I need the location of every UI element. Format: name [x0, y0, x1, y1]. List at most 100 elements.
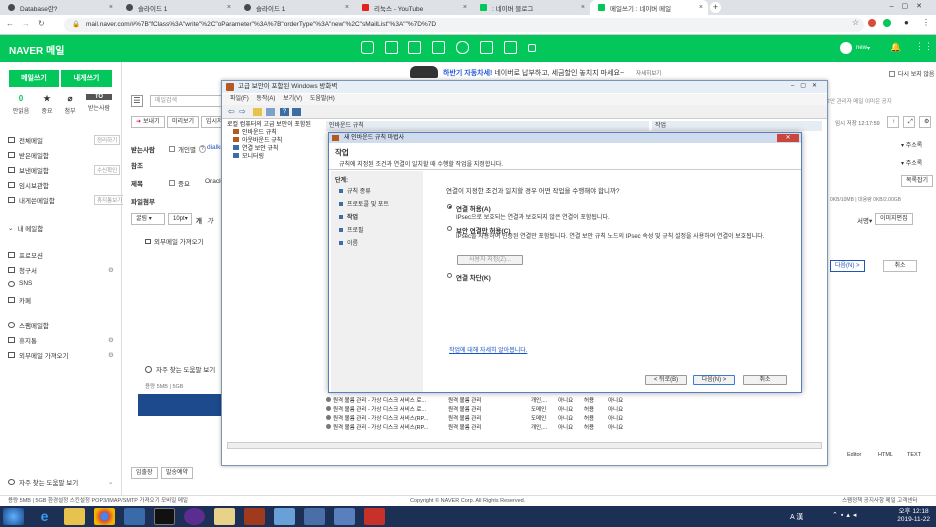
ie-icon[interactable]: e [34, 508, 55, 525]
quick-attach[interactable]: ⌀ 첨부 [59, 94, 81, 115]
menu-action[interactable]: 동작(A) [256, 96, 275, 102]
quick-important[interactable]: ★ 중요 [36, 94, 58, 115]
block-label[interactable]: 연결 차단(K) [456, 272, 491, 282]
next-button[interactable]: 다음(N) > [693, 375, 735, 385]
write-mail-button[interactable]: 메일쓰기 [9, 70, 59, 87]
reserve-send-tag[interactable]: 발송예약 [161, 467, 194, 479]
gear-icon[interactable]: ⚙ [108, 351, 114, 359]
gear-icon[interactable]: ⚙ [108, 266, 114, 274]
cancel-button-behind[interactable]: 취소 [883, 260, 917, 272]
secure-only-radio[interactable] [447, 226, 452, 231]
chrome-icon[interactable] [94, 508, 115, 525]
checkbox[interactable] [169, 180, 175, 186]
step-action[interactable]: 작업 [339, 212, 358, 221]
folder-drafts[interactable]: 임시보관함 [8, 180, 49, 190]
app-icon[interactable] [244, 508, 265, 525]
window-controls[interactable]: –▢✕ [791, 82, 823, 89]
important-check[interactable]: 중요 [169, 178, 190, 188]
folder-cafe[interactable]: 카페 [8, 295, 31, 305]
quick-unread[interactable]: 0 안읽음 [10, 94, 32, 115]
send-button[interactable]: ➜ 보내기 [131, 116, 165, 128]
tab-editor[interactable]: Editor [847, 452, 861, 458]
address-book-icon[interactable] [385, 41, 398, 54]
tree-outbound[interactable]: 아웃바운드 규칙 [227, 137, 321, 145]
mail-search-input[interactable]: 메일검색 [150, 95, 225, 107]
ad-more-link[interactable]: 자세히보기 [636, 69, 661, 77]
trash-view-button[interactable]: 휴지통보기 [94, 195, 126, 205]
clear-list-button[interactable]: 목록잡기 [901, 175, 934, 187]
horizontal-scrollbar[interactable] [227, 442, 822, 449]
bookmark-star-icon[interactable]: ☆ [852, 18, 859, 27]
folder-trash[interactable]: 휴지통 ⚙ [8, 335, 114, 345]
office-icon[interactable] [480, 41, 493, 54]
calendar-icon[interactable] [408, 41, 421, 54]
close-icon[interactable]: × [227, 4, 231, 11]
browser-tab[interactable]: : 네이버 블로그 × [472, 0, 590, 15]
browser-tab-active[interactable]: 메일쓰기 : 네이버 메일 × [590, 0, 708, 15]
help-icon[interactable]: ? [280, 108, 289, 116]
app-icon[interactable] [124, 508, 145, 525]
grid-menu-icon[interactable]: ⋮⋮ [915, 41, 933, 52]
personal-check[interactable]: 개인별? [169, 144, 206, 154]
bell-icon[interactable]: 🔔 [890, 42, 901, 53]
folder-bill[interactable]: 청구서 ⚙ [8, 265, 114, 275]
my-folders-toggle[interactable]: ⌄ 내 메일함 [8, 223, 43, 233]
app-icon[interactable] [334, 508, 355, 525]
extension-icon[interactable] [868, 19, 876, 27]
folder-inbox[interactable]: 받은메일함 [8, 150, 49, 160]
user-menu[interactable]: new ▾ [840, 42, 870, 54]
step-name[interactable]: 이름 [339, 238, 358, 247]
app-icon[interactable] [364, 508, 385, 525]
table-row[interactable]: 원격 볼륨 관리 - 가상 디스크 서비스(RP... 원격 볼륨 관리 도메인 아니… [326, 415, 649, 423]
menu-view[interactable]: 보기(V) [283, 96, 302, 102]
arrow-up-icon[interactable]: ↑ [887, 116, 899, 128]
app-icon[interactable] [184, 508, 205, 525]
folder-all[interactable]: 전체메일 정리하기 [8, 135, 121, 145]
browser-tab[interactable]: 슬라이드 1 × [118, 0, 236, 15]
menu-file[interactable]: 파일(F) [230, 96, 249, 102]
back-icon[interactable]: ⇦ [228, 107, 235, 116]
cloud-icon[interactable] [456, 41, 469, 54]
cafe-icon[interactable] [504, 41, 517, 54]
address-book-button[interactable]: ▾ 주소록 [897, 141, 927, 153]
naver-mail-logo[interactable]: NAVER 메일 [9, 42, 64, 57]
forward-icon[interactable]: ⇨ [239, 107, 246, 116]
block-radio[interactable] [447, 273, 452, 278]
ad-dismiss[interactable]: 다시 보지 않음 [889, 69, 934, 78]
mail-icon[interactable] [361, 41, 374, 54]
write-to-self-button[interactable]: 내게쓰기 [61, 70, 112, 87]
step-rule-type[interactable]: 규칙 종류 [339, 186, 371, 195]
custom-button[interactable]: 사용자 지정(Z)... [457, 255, 523, 265]
browser-tab[interactable]: 리눅스 - YouTube × [354, 0, 472, 15]
menu-icon[interactable]: ⋮ [922, 18, 930, 27]
footer-right-links[interactable]: 스팸정책 공지사항 메일 고객센터 [842, 496, 917, 506]
popout-icon[interactable]: ⤢ [903, 116, 915, 128]
app-icon[interactable] [304, 508, 325, 525]
list-icon[interactable] [266, 108, 275, 116]
step-profile[interactable]: 프로필 [339, 225, 364, 234]
ime-indicator[interactable]: A 漢 [790, 512, 803, 522]
schedule-tag[interactable]: 임출장 [131, 467, 158, 479]
italic-icon[interactable]: 가 [207, 215, 213, 225]
app-icon[interactable] [214, 508, 235, 525]
browser-tab[interactable]: Database란? × [0, 0, 118, 15]
table-row[interactable]: 원격 볼륨 관리 - 가상 디스크 서비스(RP... 원격 볼륨 관리 개인,..… [326, 424, 649, 432]
folder-external[interactable]: 외부메일 가져오기 ⚙ [8, 350, 114, 360]
memo-icon[interactable] [432, 41, 445, 54]
explorer-icon[interactable] [64, 508, 85, 525]
folder-self[interactable]: 내게쓴메일함 휴지통보기 [8, 195, 126, 205]
folder-icon[interactable] [253, 108, 262, 116]
tree-connection-security[interactable]: 연결 보안 규칙 [227, 145, 321, 153]
tree-inbound[interactable]: 인바운드 규칙 [227, 129, 321, 137]
profile-icon[interactable]: ● [904, 18, 909, 27]
quick-to[interactable]: TO 받는사람 [86, 94, 112, 112]
extension-icon[interactable] [883, 19, 891, 27]
forward-icon[interactable]: → [22, 19, 30, 28]
bold-icon[interactable]: 개 [196, 215, 202, 225]
close-icon[interactable]: × [463, 4, 467, 11]
tab-text[interactable]: TEXT [907, 452, 921, 458]
back-icon[interactable]: ← [6, 19, 14, 28]
browser-tab[interactable]: 슬라이드 1 × [236, 0, 354, 15]
terminal-icon[interactable] [154, 508, 175, 525]
read-receipt-button[interactable]: 수신확인 [94, 165, 121, 175]
